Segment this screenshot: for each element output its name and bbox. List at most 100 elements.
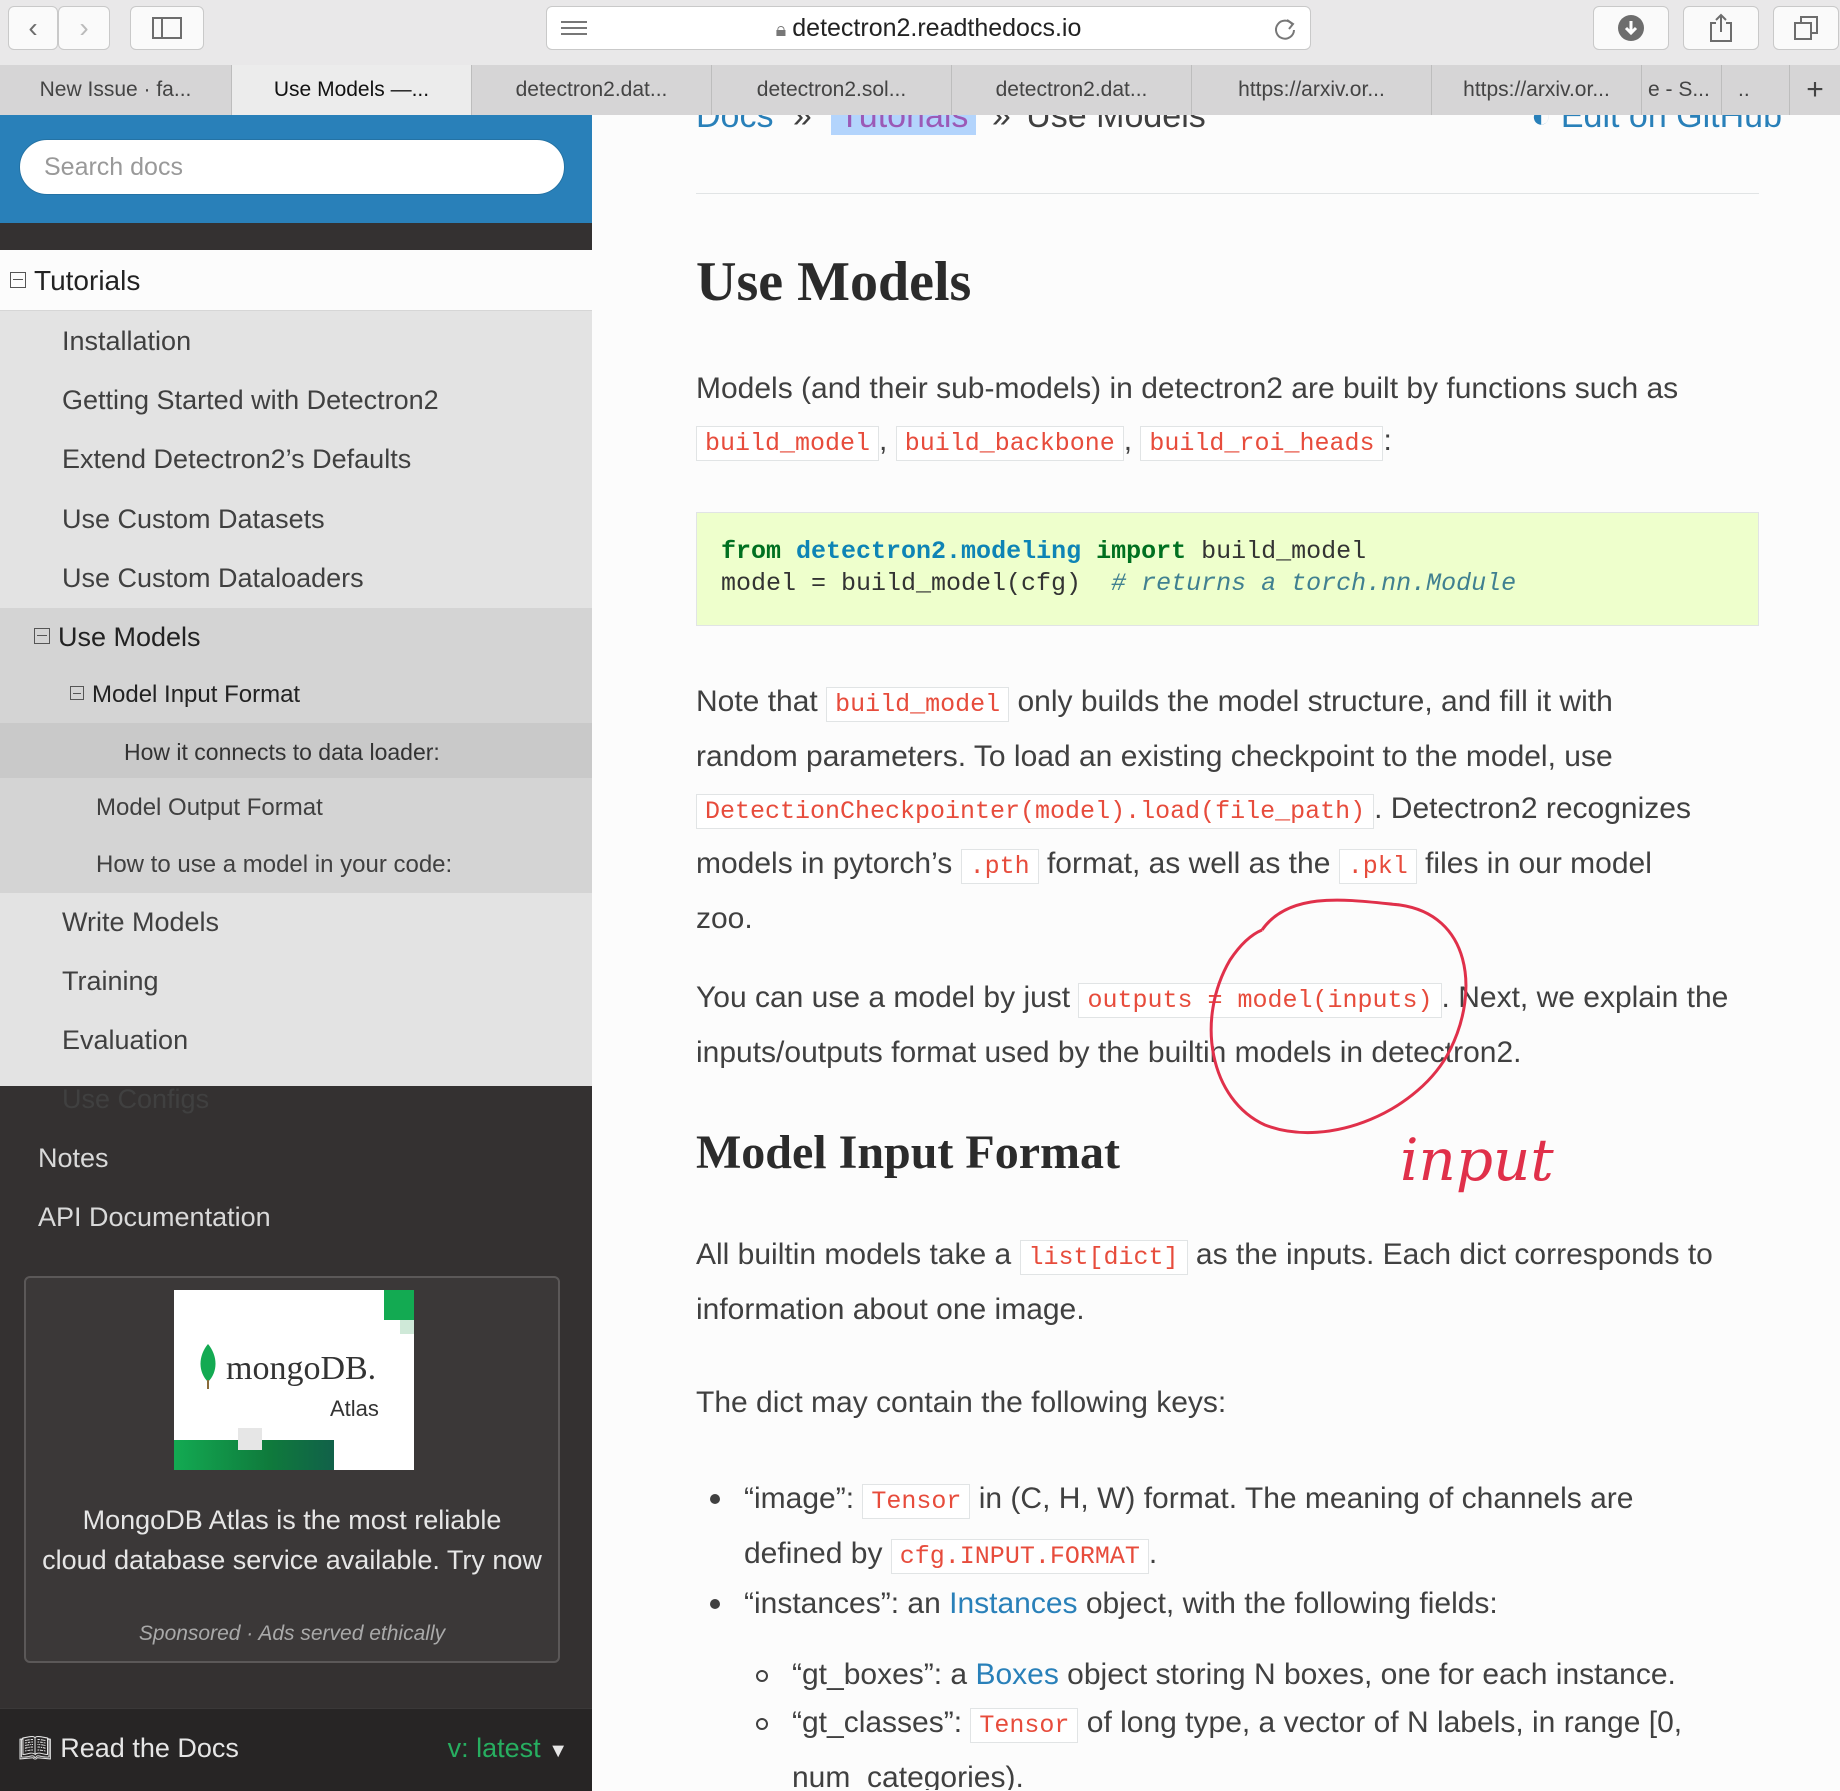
chevron-left-icon: ‹ (28, 12, 38, 43)
sidebar-item-model-output-format[interactable]: Model Output Format (96, 794, 323, 822)
code-build-model: build_model (826, 687, 1010, 722)
sub-bullet (756, 1670, 768, 1682)
code-tensor: Tensor (862, 1484, 971, 1519)
ad-product: Atlas (330, 1396, 379, 1421)
sidebar-item-use-configs[interactable]: Use Configs (62, 1084, 209, 1115)
plus-icon: + (1806, 73, 1824, 106)
tab-detectron2-data-2[interactable]: detectron2.dat... (952, 65, 1192, 115)
tab-arxiv-1[interactable]: https://arxiv.or... (1192, 65, 1432, 115)
version-selector[interactable]: v: latest ▼ (448, 1733, 568, 1764)
list-item-image: “image”: Tensor in (C, H, W) format. The… (744, 1473, 1633, 1583)
tab-overflow[interactable]: .. (1722, 65, 1790, 115)
tab-detectron2-solver[interactable]: detectron2.sol... (712, 65, 952, 115)
ad-text[interactable]: MongoDB Atlas is the most reliable cloud… (26, 1500, 558, 1580)
sidebar-item-evaluation[interactable]: Evaluation (62, 1025, 188, 1056)
code-block: from detectron2.modeling import build_mo… (696, 512, 1759, 626)
divider (696, 193, 1759, 194)
lock-icon: 🔒︎ (775, 19, 787, 41)
sidebar-item-connects-data-loader[interactable]: How it connects to data loader: (124, 739, 440, 766)
collapse-icon (70, 685, 84, 700)
tab-e-s[interactable]: e - S... (1642, 65, 1722, 115)
search-area (0, 115, 592, 223)
sidebar-item-notes[interactable]: Notes (38, 1143, 109, 1174)
sidebar-item-use-model-in-code[interactable]: How to use a model in your code: (96, 851, 452, 879)
sidebar-item-use-models[interactable]: Use Models (34, 622, 201, 653)
intro-paragraph: Models (and their sub-models) in detectr… (696, 363, 1766, 470)
reload-icon[interactable] (1272, 16, 1298, 42)
mongodb-ad-image[interactable]: mongoDB. Atlas (174, 1290, 414, 1470)
breadcrumb-current: Use Models (1026, 115, 1206, 135)
breadcrumb: Docs » Tutorials » Use Models (696, 115, 1206, 136)
tabs-overview-button[interactable] (1773, 6, 1839, 50)
code-build-model: build_model (696, 426, 880, 461)
sub-bullet (756, 1718, 768, 1730)
ad-sponsor-note[interactable]: Sponsored · Ads served ethically (26, 1622, 558, 1646)
code-build-backbone: build_backbone (895, 426, 1124, 461)
main-content: Docs » Tutorials » Use Models ◐ Edit on … (592, 115, 1840, 1790)
code-checkpointer: DetectionCheckpointer(model).load(file_p… (696, 794, 1375, 829)
code-pkl: .pkl (1338, 849, 1417, 884)
forward-button[interactable]: › (58, 6, 110, 50)
address-bar[interactable]: 🔒︎ detectron2.readthedocs.io (546, 6, 1311, 50)
github-icon: ◐ (1530, 115, 1552, 135)
mongodb-leaf-icon (200, 1344, 216, 1389)
downloads-button[interactable] (1593, 6, 1669, 50)
list-item-gt-classes: “gt_classes”: Tensor of long type, a vec… (792, 1706, 1683, 1790)
input-paragraph: All builtin models take a list[dict] as … (696, 1238, 1713, 1326)
sidebar-item-write-models[interactable]: Write Models (62, 907, 219, 938)
sidebar-item-getting-started[interactable]: Getting Started with Detectron2 (62, 385, 439, 416)
collapse-icon (34, 627, 50, 644)
back-button[interactable]: ‹ (8, 6, 58, 50)
sidebar-item-installation[interactable]: Installation (62, 326, 191, 357)
code-input-format: cfg.INPUT.FORMAT (890, 1539, 1149, 1574)
code-build-roi-heads: build_roi_heads (1140, 426, 1384, 461)
collapse-icon (10, 271, 26, 288)
breadcrumb-docs[interactable]: Docs (696, 115, 773, 135)
sponsored-ad[interactable]: mongoDB. Atlas MongoDB Atlas is the most… (24, 1276, 560, 1663)
tabs-icon (1794, 16, 1818, 40)
code-outputs: outputs = model(inputs) (1078, 983, 1442, 1018)
ad-brand: mongoDB. (226, 1350, 377, 1387)
section-heading: Model Input Format (696, 1126, 1120, 1179)
sidebar-toggle-button[interactable] (130, 6, 204, 50)
tab-bar: New Issue · fa... Use Models —... detect… (0, 65, 1840, 116)
page-title: Use Models (696, 251, 972, 313)
code-list-dict: list[dict] (1019, 1240, 1188, 1275)
edit-on-github-link[interactable]: ◐ Edit on GitHub (1531, 115, 1782, 136)
usage-paragraph: You can use a model by just outputs = mo… (696, 981, 1729, 1069)
search-input[interactable] (19, 139, 565, 195)
chevron-right-icon: › (79, 12, 89, 43)
sidebar-item-custom-datasets[interactable]: Use Custom Datasets (62, 504, 325, 535)
bullet-dot (710, 1599, 720, 1609)
boxes-link[interactable]: Boxes (975, 1658, 1058, 1691)
code-tensor: Tensor (970, 1708, 1079, 1743)
new-tab-button[interactable]: + (1790, 65, 1840, 115)
share-icon (1710, 13, 1732, 42)
browser-toolbar: ‹ › 🔒︎ detectron2.readthedocs.io (0, 0, 1840, 66)
share-button[interactable] (1683, 6, 1759, 50)
download-icon (1618, 15, 1644, 41)
rtd-label: 📖︎ Read the Docs (18, 1733, 239, 1763)
tab-detectron2-data-1[interactable]: detectron2.dat... (472, 65, 712, 115)
caret-down-icon: ▼ (548, 1740, 568, 1762)
rtd-version-bar[interactable]: 📖︎ Read the Docs v: latest ▼ (0, 1708, 592, 1791)
sidebar-icon (152, 17, 182, 39)
tab-use-models[interactable]: Use Models —... (232, 65, 472, 115)
sidebar-item-api-docs[interactable]: API Documentation (38, 1202, 271, 1233)
keys-intro: The dict may contain the following keys: (696, 1386, 1227, 1419)
sidebar-item-model-input-format[interactable]: Model Input Format (70, 681, 300, 709)
instances-link[interactable]: Instances (949, 1587, 1077, 1620)
sidebar-item-extend-defaults[interactable]: Extend Detectron2’s Defaults (62, 444, 411, 475)
url-text: 🔒︎ detectron2.readthedocs.io (775, 14, 1082, 42)
list-item-instances: “instances”: an Instances object, with t… (744, 1587, 1498, 1620)
list-item-gt-boxes: “gt_boxes”: a Boxes object storing N box… (792, 1658, 1676, 1691)
tab-arxiv-2[interactable]: https://arxiv.or... (1432, 65, 1642, 115)
sidebar-item-training[interactable]: Training (62, 966, 159, 997)
breadcrumb-tutorials[interactable]: Tutorials (831, 115, 977, 135)
tab-new-issue[interactable]: New Issue · fa... (0, 65, 232, 115)
code-pth: .pth (960, 849, 1039, 884)
sidebar-item-tutorials[interactable]: Tutorials (10, 265, 140, 297)
sidebar-item-custom-dataloaders[interactable]: Use Custom Dataloaders (62, 563, 364, 594)
breadcrumb-sep: » (991, 115, 1011, 135)
docs-sidebar: Tutorials Installation Getting Started w… (0, 115, 592, 1791)
